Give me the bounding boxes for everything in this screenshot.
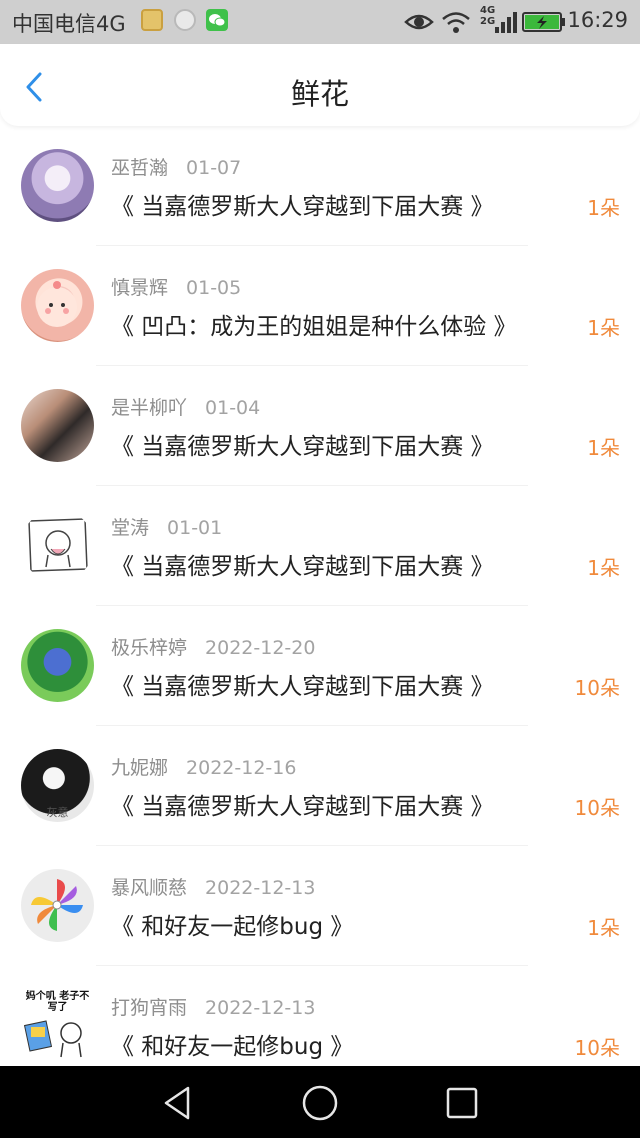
user-name: 慎景辉 xyxy=(111,277,169,299)
list-item[interactable]: 暴风顺慈 2022-12-13 《 和好友一起修bug 》 1朵 xyxy=(0,846,640,966)
header: 鲜花 xyxy=(0,44,640,126)
camera-notification-icon xyxy=(174,9,196,31)
user-name: 打狗宵雨 xyxy=(111,997,188,1019)
list-item[interactable]: 极乐梓婷 2022-12-20 《 当嘉德罗斯大人穿越到下届大赛 》 10朵 xyxy=(0,606,640,726)
sketch-figure-icon xyxy=(28,518,88,572)
work-title[interactable]: 《 当嘉德罗斯大人穿越到下届大赛 》 xyxy=(111,787,494,821)
clock: 16:29 xyxy=(567,8,628,32)
item-date: 01-01 xyxy=(167,517,223,539)
work-title[interactable]: 《 当嘉德罗斯大人穿越到下届大赛 》 xyxy=(111,427,494,461)
list-item[interactable]: 灰意 九妮娜 2022-12-16 《 当嘉德罗斯大人穿越到下届大赛 》 10朵 xyxy=(0,726,640,846)
pinwheel-icon xyxy=(31,879,83,931)
flower-count: 1朵 xyxy=(587,916,620,940)
avatar[interactable] xyxy=(21,149,94,222)
recents-square-icon[interactable] xyxy=(442,1083,482,1123)
item-date: 2022-12-20 xyxy=(205,637,316,659)
item-meta: 极乐梓婷 2022-12-20 xyxy=(111,633,315,660)
battery-charging-icon xyxy=(522,12,565,32)
work-title[interactable]: 《 和好友一起修bug 》 xyxy=(111,907,353,941)
eye-icon xyxy=(404,14,434,30)
avatar[interactable]: 灰意 xyxy=(21,749,94,822)
avatar[interactable] xyxy=(21,509,94,582)
flower-count: 1朵 xyxy=(587,436,620,460)
user-name: 堂涛 xyxy=(111,517,150,539)
work-title[interactable]: 《 和好友一起修bug 》 xyxy=(111,1027,353,1061)
baby-face-icon xyxy=(37,281,77,327)
signal-icon xyxy=(495,12,517,33)
flower-count: 1朵 xyxy=(587,196,620,220)
avatar[interactable] xyxy=(21,269,94,342)
item-meta: 是半柳吖 01-04 xyxy=(111,393,260,420)
avatar[interactable] xyxy=(21,869,94,942)
avatar[interactable] xyxy=(21,389,94,462)
flower-count: 10朵 xyxy=(574,1036,620,1060)
page-title: 鲜花 xyxy=(290,77,349,111)
flower-record-list: 巫哲瀚 01-07 《 当嘉德罗斯大人穿越到下届大赛 》 1朵 慎景辉 01-05 … xyxy=(0,126,640,1086)
flower-count: 10朵 xyxy=(574,796,620,820)
item-date: 01-07 xyxy=(186,157,242,179)
item-meta: 打狗宵雨 2022-12-13 xyxy=(111,993,315,1020)
network-type-bottom: 2G xyxy=(480,16,496,27)
list-item[interactable]: 堂涛 01-01 《 当嘉德罗斯大人穿越到下届大赛 》 1朵 xyxy=(0,486,640,606)
avatar-meme-text: 妈个叽 老子不写了 xyxy=(25,991,90,1013)
list-item[interactable]: 是半柳吖 01-04 《 当嘉德罗斯大人穿越到下届大赛 》 1朵 xyxy=(0,366,640,486)
back-triangle-icon[interactable] xyxy=(158,1083,198,1123)
user-name: 暴风顺慈 xyxy=(111,877,188,899)
item-meta: 堂涛 01-01 xyxy=(111,513,222,540)
user-name: 巫哲瀚 xyxy=(111,157,169,179)
work-title[interactable]: 《 当嘉德罗斯大人穿越到下届大赛 》 xyxy=(111,667,494,701)
wifi-icon xyxy=(442,12,470,33)
item-meta: 暴风顺慈 2022-12-13 xyxy=(111,873,315,900)
avatar[interactable]: 妈个叽 老子不写了 xyxy=(21,989,94,1062)
item-meta: 巫哲瀚 01-07 xyxy=(111,153,241,180)
item-meta: 慎景辉 01-05 xyxy=(111,273,241,300)
work-title[interactable]: 《 当嘉德罗斯大人穿越到下届大赛 》 xyxy=(111,547,494,581)
home-circle-icon[interactable] xyxy=(300,1083,340,1123)
list-item[interactable]: 巫哲瀚 01-07 《 当嘉德罗斯大人穿越到下届大赛 》 1朵 xyxy=(0,126,640,246)
flower-count: 1朵 xyxy=(587,316,620,340)
network-type-label: 4G 2G xyxy=(480,5,495,27)
item-date: 2022-12-13 xyxy=(205,877,316,899)
user-name: 极乐梓婷 xyxy=(111,637,188,659)
avatar-caption: 灰意 xyxy=(46,806,69,819)
item-date: 01-05 xyxy=(186,277,242,299)
wechat-notification-icon xyxy=(206,9,228,31)
user-name: 是半柳吖 xyxy=(111,397,188,419)
item-date: 2022-12-13 xyxy=(205,997,316,1019)
user-name: 九妮娜 xyxy=(111,757,169,779)
network-type-top: 4G xyxy=(480,5,496,16)
list-item[interactable]: 慎景辉 01-05 《 凹凸：成为王的姐姐是种什么体验 》 1朵 xyxy=(0,246,640,366)
item-date: 01-04 xyxy=(205,397,261,419)
flower-count: 10朵 xyxy=(574,676,620,700)
carrier-label: 中国电信4G xyxy=(12,12,126,36)
flower-count: 1朵 xyxy=(587,556,620,580)
system-nav-bar xyxy=(0,1066,640,1138)
status-bar: 中国电信4G 4G 2G 16:29 xyxy=(0,0,640,44)
item-date: 2022-12-16 xyxy=(186,757,297,779)
avatar[interactable] xyxy=(21,629,94,702)
work-title[interactable]: 《 凹凸：成为王的姐姐是种什么体验 》 xyxy=(111,307,517,341)
item-meta: 九妮娜 2022-12-16 xyxy=(111,753,296,780)
gallery-notification-icon xyxy=(141,9,163,31)
work-title[interactable]: 《 当嘉德罗斯大人穿越到下届大赛 》 xyxy=(111,187,494,221)
